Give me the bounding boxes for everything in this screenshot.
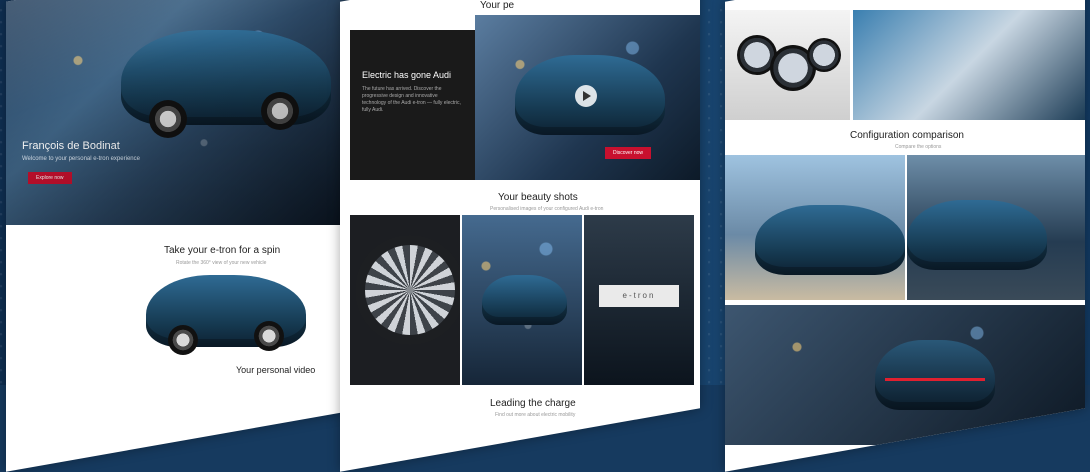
comparison-title: Configuration comparison — [850, 130, 964, 141]
comparison-left-tile[interactable] — [725, 155, 905, 300]
night-car-tile[interactable] — [725, 305, 1085, 445]
charge-title: Leading the charge — [490, 398, 576, 409]
comparison-car-left — [755, 205, 905, 275]
video-section-title: Your personal video — [236, 365, 316, 375]
spin-car-image[interactable] — [146, 275, 306, 355]
luggage-tile[interactable] — [853, 9, 1085, 121]
electric-card-text: The future has arrived. Discover the pro… — [362, 86, 461, 113]
beauty-shots-subtitle: Personalised images of your configured A… — [490, 206, 604, 213]
car-wheel — [168, 325, 198, 355]
play-icon[interactable] — [575, 85, 597, 107]
comparison-subtitle: Compare the options — [895, 144, 942, 150]
charge-subtitle: Find out more about electric mobility — [495, 412, 576, 418]
electric-card-title: Electric has gone Audi — [362, 70, 452, 80]
rear-car-image — [482, 275, 567, 325]
watches-tile[interactable] — [725, 9, 850, 120]
screenshot-panel-left: ⊂⊃⊂⊃ François de Bodinat Welcome to your… — [6, 0, 366, 472]
car-wheel — [149, 100, 187, 138]
night-car-image — [875, 340, 995, 410]
rear-car-tile[interactable] — [462, 215, 582, 385]
spin-section-title: Take your e-tron for a spin — [164, 245, 281, 256]
comparison-right-tile[interactable] — [907, 155, 1085, 300]
city-lights — [6, 0, 366, 225]
hero-title: François de Bodinat — [22, 140, 120, 152]
watch-image — [807, 38, 841, 72]
discover-button[interactable]: Discover now — [605, 147, 652, 159]
rim-tile[interactable] — [350, 215, 460, 385]
screenshot-panel-right: Configuration comparison Compare the opt… — [725, 0, 1085, 472]
screenshot-panel-middle: Your pe Electric has gone Audi The futur… — [340, 0, 700, 472]
car-wheel — [261, 91, 299, 130]
detail-tile[interactable]: e-tron — [584, 214, 694, 385]
explore-button[interactable]: Explore now — [28, 172, 72, 184]
beauty-shots-title: Your beauty shots — [498, 192, 578, 203]
personal-title: Your pe — [480, 0, 515, 12]
electric-card: Electric has gone Audi The future has ar… — [350, 29, 475, 180]
hero-subtitle: Welcome to your personal e-tron experien… — [22, 156, 140, 162]
hero-car-image — [121, 30, 331, 138]
e-tron-badge: e-tron — [599, 285, 679, 307]
video-tile[interactable]: Discover now — [475, 14, 700, 180]
car-wheel — [254, 321, 284, 351]
spin-section-subtitle: Rotate the 360° view of your new vehicle — [176, 260, 267, 266]
tail-light — [885, 378, 985, 381]
comparison-car-right — [907, 200, 1047, 270]
hero-banner: François de Bodinat Welcome to your pers… — [6, 0, 366, 225]
wheel-rim-image — [365, 245, 455, 335]
